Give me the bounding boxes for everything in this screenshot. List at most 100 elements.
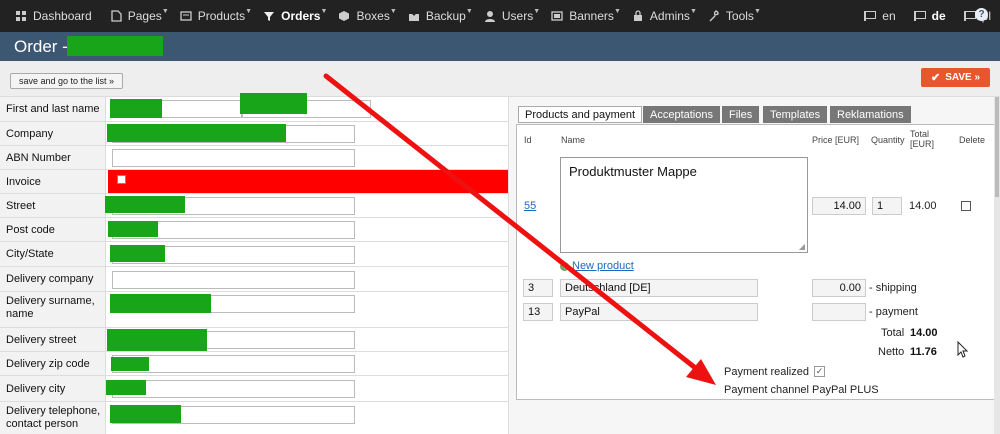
tab-files[interactable]: Files: [722, 106, 760, 123]
page-title: Order -: [14, 36, 68, 56]
invoice-checkbox[interactable]: [117, 175, 126, 184]
form-row-delivery-city: Delivery city: [0, 376, 508, 402]
payment-realized-checkbox[interactable]: ✓: [814, 366, 825, 377]
redacted-delivery-name: [110, 294, 211, 313]
resize-grip-icon: ◢: [798, 242, 805, 251]
scrollbar[interactable]: [994, 97, 1000, 434]
total-label: Total: [881, 327, 905, 339]
nav-banners-label: Banners: [569, 9, 614, 23]
nav-banners[interactable]: Banners ▼: [542, 0, 623, 32]
street-label: Street: [0, 194, 106, 217]
abn-label: ABN Number: [0, 146, 106, 169]
form-row-invoice: Invoice: [0, 170, 508, 194]
shipping-price-input[interactable]: 0.00: [812, 279, 866, 297]
wrench-icon: [708, 10, 720, 22]
product-total: 14.00: [909, 200, 937, 212]
company-label: Company: [0, 122, 106, 145]
top-navigation: Dashboard Pages ▼ Products ▼ Orders ▼ Boxes…: [0, 0, 1000, 32]
nav-dashboard[interactable]: Dashboard: [6, 0, 101, 32]
new-product-link[interactable]: New product: [572, 260, 634, 272]
flag-icon: [913, 11, 926, 21]
redacted-order-number: [67, 36, 163, 56]
nav-products[interactable]: Products ▼: [171, 0, 254, 32]
delivery-company-label: Delivery company: [0, 267, 106, 291]
nav-tools[interactable]: Tools ▼: [699, 0, 763, 32]
payment-label: - payment: [869, 306, 918, 318]
payment-channel-label: Payment channel: [724, 384, 809, 396]
col-header-price: Price [EUR]: [812, 135, 860, 145]
lang-en-label: en: [882, 9, 896, 23]
caret-down-icon: ▼: [320, 8, 328, 15]
nav-admins[interactable]: Admins ▼: [623, 0, 699, 32]
caret-down-icon: ▼: [161, 8, 169, 15]
product-quantity-input[interactable]: 1: [872, 197, 902, 215]
redacted-street: [105, 196, 185, 213]
payment-realized-label: Payment realized: [724, 366, 809, 378]
tab-reklamations[interactable]: Reklamations: [830, 106, 911, 123]
col-header-delete: Delete: [959, 135, 986, 145]
netto-value: 11.76: [910, 346, 937, 358]
products-tab-content: Id Name Price [EUR] Quantity Total [EUR]…: [516, 124, 996, 400]
nav-pages[interactable]: Pages ▼: [101, 0, 171, 32]
nav-dashboard-label: Dashboard: [33, 9, 92, 23]
save-button-label: SAVE »: [945, 72, 981, 83]
product-price-input[interactable]: 14.00: [812, 197, 866, 215]
delivery-surname-label: Delivery surname, name: [0, 292, 106, 327]
nav-orders[interactable]: Orders ▼: [254, 0, 329, 32]
col-header-total: Total [EUR]: [910, 129, 935, 149]
form-row-delivery-phone: Delivery telephone, contact person: [0, 402, 508, 434]
invoice-highlight: [108, 170, 508, 193]
nav-boxes[interactable]: Boxes ▼: [329, 0, 398, 32]
payment-name-input[interactable]: PayPal: [560, 303, 758, 321]
payment-id-input[interactable]: 13: [523, 303, 553, 321]
delivery-city-input[interactable]: [112, 380, 355, 398]
product-name-textarea[interactable]: Produktmuster Mappe ◢: [560, 157, 808, 253]
form-row-delivery-zip: Delivery zip code: [0, 352, 508, 376]
caret-down-icon: ▼: [754, 8, 761, 15]
save-button[interactable]: ✔ SAVE »: [921, 68, 990, 87]
caret-down-icon: ▼: [389, 8, 397, 15]
redacted-delivery-zip: [111, 357, 149, 371]
nav-backup-label: Backup: [425, 9, 466, 23]
product-id-link[interactable]: 55: [524, 200, 536, 212]
help-icon[interactable]: ?: [975, 8, 988, 21]
col-header-name: Name: [561, 135, 586, 145]
abn-input[interactable]: [112, 149, 355, 167]
shipping-id-input[interactable]: 3: [523, 279, 553, 297]
tab-templates[interactable]: Templates: [763, 106, 828, 123]
redacted-delivery-phone: [110, 405, 181, 423]
nav-tools-label: Tools: [725, 9, 754, 23]
nav-users[interactable]: Users ▼: [475, 0, 542, 32]
delete-product-checkbox[interactable]: [961, 201, 971, 211]
netto-label: Netto: [878, 346, 905, 358]
dashboard-icon: [15, 10, 27, 22]
form-row-delivery-company: Delivery company: [0, 267, 508, 292]
form-row-company: Company: [0, 122, 508, 146]
lang-en[interactable]: en: [855, 0, 904, 32]
first-last-name-label: First and last name: [0, 97, 106, 121]
nav-backup[interactable]: Backup ▼: [399, 0, 475, 32]
shipping-name-input[interactable]: Deutschland [DE]: [560, 279, 758, 297]
redacted-delivery-street: [107, 329, 207, 351]
delivery-zip-label: Delivery zip code: [0, 352, 106, 375]
payment-price-input[interactable]: [812, 303, 866, 321]
lock-icon: [632, 10, 644, 22]
redacted-post-code: [108, 221, 158, 237]
scrollbar-thumb[interactable]: [995, 97, 999, 197]
redacted-city: [110, 245, 165, 262]
tab-acceptations[interactable]: Acceptations: [643, 106, 720, 123]
delivery-company-input[interactable]: [112, 271, 355, 289]
action-toolbar: [0, 61, 1000, 97]
lang-de[interactable]: de: [905, 0, 955, 32]
users-icon: [484, 10, 496, 22]
product-name-text: Produktmuster Mappe: [569, 164, 697, 179]
payment-channel-value: PayPal PLUS: [812, 384, 879, 396]
save-and-list-button[interactable]: save and go to the list »: [10, 73, 124, 89]
form-row-abn: ABN Number: [0, 146, 508, 170]
caret-down-icon: ▼: [613, 8, 621, 15]
tab-products-and-payment[interactable]: Products and payment: [518, 106, 643, 123]
caret-down-icon: ▼: [465, 8, 473, 15]
redacted-delivery-city: [106, 380, 146, 395]
delivery-phone-label: Delivery telephone, contact person: [0, 402, 106, 434]
delivery-street-label: Delivery street: [0, 328, 106, 351]
